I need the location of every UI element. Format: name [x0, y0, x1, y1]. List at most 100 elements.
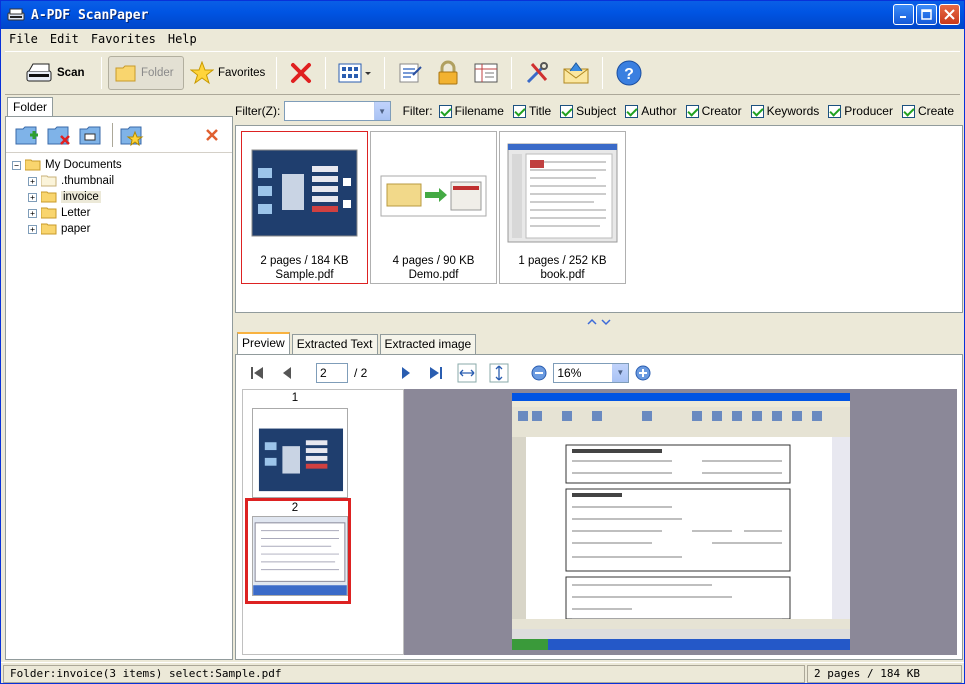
file-card-sample[interactable]: 2 pages / 184 KB Sample.pdf	[241, 131, 368, 284]
filter-combo[interactable]: ▼	[284, 101, 391, 121]
first-page-icon[interactable]	[248, 364, 266, 382]
toolbar-separator	[101, 57, 102, 89]
checkbox-checked	[828, 104, 842, 118]
page-viewer[interactable]	[404, 389, 957, 655]
zoom-combo[interactable]: 16% ▼	[553, 363, 630, 383]
zoom-in-icon[interactable]	[635, 365, 651, 381]
maximize-button[interactable]	[916, 4, 937, 25]
favorite-folder-icon[interactable]	[119, 123, 145, 147]
tab-folder[interactable]: Folder	[7, 97, 53, 117]
folder-panel: Folder − My Documents + .thumbnail + inv…	[5, 95, 233, 660]
preview-body: 2 / 2 16% ▼ 1 2	[235, 354, 963, 660]
checkbox-label: Author	[641, 104, 677, 118]
main-toolbar: Scan Folder Favorites ?	[5, 51, 960, 95]
filter-filename-checkbox[interactable]: Filename	[438, 104, 504, 118]
title-bar[interactable]: A-PDF ScanPaper	[1, 1, 964, 29]
expand-toggle[interactable]: +	[28, 208, 37, 218]
tree-item-my-documents[interactable]: − My Documents	[12, 157, 232, 173]
filter-producer-checkbox[interactable]: Producer	[828, 104, 893, 118]
folder-open-icon	[25, 159, 41, 171]
tree-item-letter[interactable]: + Letter	[12, 205, 232, 221]
expand-toggle[interactable]: +	[28, 224, 37, 234]
filter-author-checkbox[interactable]: Author	[625, 104, 677, 118]
window-title: A-PDF ScanPaper	[31, 7, 149, 23]
menu-favorites[interactable]: Favorites	[91, 32, 156, 46]
favorites-button[interactable]: Favorites	[184, 56, 270, 90]
filter-keywords-checkbox[interactable]: Keywords	[750, 104, 820, 118]
fit-height-icon[interactable]	[489, 363, 509, 383]
folder-icon	[41, 191, 57, 203]
new-folder-icon[interactable]	[14, 123, 40, 147]
checkbox-label: Subject	[576, 104, 617, 118]
view-mode-button[interactable]	[332, 56, 378, 90]
tab-extracted-text[interactable]: Extracted Text	[291, 334, 378, 354]
checkbox-label: Keywords	[766, 104, 820, 118]
page-number-input[interactable]: 2	[316, 363, 348, 383]
thumbnails-view-icon	[338, 63, 371, 83]
rename-folder-icon[interactable]	[78, 123, 104, 147]
scan-button[interactable]: Scan	[19, 56, 95, 90]
page-thumbnail-1[interactable]	[252, 408, 348, 498]
panel-splitter[interactable]	[235, 317, 963, 327]
close-button[interactable]	[939, 4, 960, 25]
minimize-button[interactable]	[893, 4, 914, 25]
folder-button[interactable]: Folder	[108, 56, 184, 90]
page-navigation: 2 / 2 16% ▼	[242, 359, 954, 387]
page-preview-image	[512, 393, 850, 650]
help-icon: ?	[616, 60, 642, 86]
tab-preview[interactable]: Preview	[237, 332, 290, 354]
zoom-out-icon[interactable]	[531, 365, 547, 381]
svg-text:?: ?	[624, 66, 634, 83]
menu-edit[interactable]: Edit	[50, 32, 79, 46]
close-panel-icon[interactable]	[205, 128, 219, 142]
folder-icon	[115, 65, 136, 82]
toolbar-separator	[276, 57, 277, 89]
email-icon	[563, 62, 589, 84]
previous-page-icon[interactable]	[278, 364, 296, 382]
expand-toggle[interactable]: +	[28, 192, 37, 202]
lock-icon	[438, 60, 458, 85]
filter-title-checkbox[interactable]: Title	[512, 104, 551, 118]
delete-button[interactable]	[283, 56, 319, 90]
last-page-icon[interactable]	[427, 364, 445, 382]
file-card-demo[interactable]: 4 pages / 90 KB Demo.pdf	[370, 131, 497, 284]
properties-button[interactable]	[391, 56, 429, 90]
next-page-icon[interactable]	[397, 364, 415, 382]
filter-creator-checkbox[interactable]: Creator	[685, 104, 742, 118]
file-info: 2 pages / 184 KB	[260, 255, 349, 267]
tab-extracted-image[interactable]: Extracted image	[379, 334, 477, 354]
help-button[interactable]: ?	[609, 56, 649, 90]
form-button[interactable]	[467, 56, 505, 90]
email-button[interactable]	[556, 56, 596, 90]
filter-subject-checkbox[interactable]: Subject	[560, 104, 616, 118]
collapse-toggle[interactable]: −	[12, 160, 21, 170]
tree-label: invoice	[61, 191, 101, 203]
filter-create-checkbox[interactable]: Create	[901, 104, 954, 118]
tree-item-paper[interactable]: + paper	[12, 221, 232, 237]
tree-item-thumbnail[interactable]: + .thumbnail	[12, 173, 232, 189]
page-thumbnail-list: 1 2	[242, 389, 404, 655]
security-button[interactable]	[429, 56, 467, 90]
form-icon	[474, 63, 498, 83]
menu-bar: File Edit Favorites Help	[1, 29, 964, 49]
expand-toggle[interactable]: +	[28, 176, 37, 186]
fit-width-icon[interactable]	[457, 363, 477, 383]
delete-x-icon	[291, 63, 311, 83]
tools-icon	[526, 62, 548, 84]
checkbox-checked	[512, 104, 526, 118]
file-card-book[interactable]: 1 pages / 252 KB book.pdf	[499, 131, 626, 284]
favorites-label: Favorites	[218, 67, 266, 79]
tools-button[interactable]	[518, 56, 556, 90]
preview-tabs: Preview Extracted Text Extracted image	[237, 332, 478, 354]
page-thumbnail-2[interactable]	[252, 516, 348, 596]
menu-help[interactable]: Help	[168, 32, 197, 46]
zoom-value: 16%	[557, 366, 582, 380]
checkbox-checked	[685, 104, 699, 118]
chevron-down-icon[interactable]: ▼	[373, 102, 390, 120]
scanner-icon	[7, 8, 25, 21]
menu-file[interactable]: File	[9, 32, 38, 46]
pdf-thumbnail-image	[251, 149, 358, 237]
tree-item-invoice[interactable]: + invoice	[12, 189, 232, 205]
delete-folder-icon[interactable]	[46, 123, 72, 147]
chevron-down-icon[interactable]: ▼	[612, 364, 629, 382]
